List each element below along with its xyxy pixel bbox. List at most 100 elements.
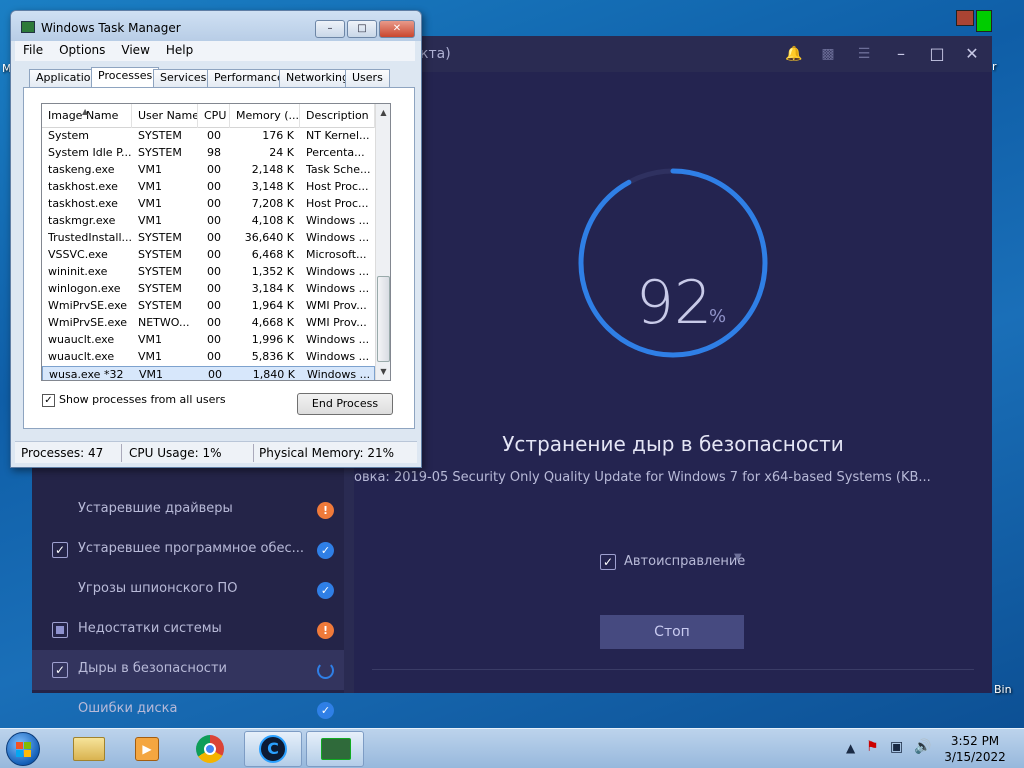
table-cell: VM1 bbox=[138, 197, 163, 210]
table-row[interactable]: WmiPrvSE.exe NETWO... 00 4,668 K WMI Prov... bbox=[42, 315, 375, 332]
minimize-button[interactable]: – bbox=[889, 42, 913, 66]
col-cpu[interactable]: CPU bbox=[198, 104, 230, 128]
table-cell: Windows ... bbox=[306, 282, 370, 295]
scroll-thumb[interactable] bbox=[377, 276, 390, 362]
tab-users[interactable]: Users bbox=[345, 69, 390, 87]
table-cell: wusa.exe *32 bbox=[49, 368, 124, 381]
nav-disk-errors[interactable]: Ошибки диска ✓ bbox=[32, 690, 344, 730]
table-cell: 3,148 K bbox=[251, 180, 294, 193]
table-cell: VM1 bbox=[138, 333, 163, 346]
recycle-bin-label[interactable]: Bin bbox=[994, 683, 1012, 696]
table-row[interactable]: System SYSTEM 00 176 K NT Kernel... bbox=[42, 128, 375, 145]
table-row[interactable]: System Idle P... SYSTEM 98 24 K Percenta... bbox=[42, 145, 375, 162]
chevron-down-icon[interactable]: ▼ bbox=[734, 552, 742, 563]
menu-help[interactable]: Help bbox=[158, 41, 201, 57]
minimize-button[interactable]: – bbox=[315, 20, 345, 38]
table-row[interactable]: taskmgr.exe VM1 00 4,108 K Windows ... bbox=[42, 213, 375, 230]
window-title: Windows Task Manager bbox=[41, 21, 181, 35]
autofix-label[interactable]: Автоисправление bbox=[624, 554, 745, 569]
table-row[interactable]: wuauclt.exe VM1 00 5,836 K Windows ... bbox=[42, 349, 375, 366]
checkbox-checked-icon[interactable]: ✓ bbox=[52, 542, 68, 558]
task-manager-titlebar[interactable]: Windows Task Manager – □ ✕ bbox=[11, 11, 421, 41]
menu-bar: File Options View Help bbox=[15, 41, 415, 61]
briefcase-icon[interactable]: ▩ bbox=[818, 44, 838, 64]
table-cell: 24 K bbox=[269, 146, 294, 159]
maximize-button[interactable]: □ bbox=[925, 42, 949, 66]
nav-system-weaknesses[interactable]: Недостатки системы ! bbox=[32, 610, 344, 650]
col-description[interactable]: Description bbox=[300, 104, 375, 128]
taskbar-ccleaner[interactable]: C bbox=[244, 731, 302, 767]
table-cell: NETWO... bbox=[138, 316, 190, 329]
table-row[interactable]: taskhost.exe VM1 00 3,148 K Host Proc... bbox=[42, 179, 375, 196]
checkbox-partial-icon[interactable] bbox=[52, 622, 68, 638]
folder-icon bbox=[73, 737, 105, 761]
taskbar-media-player[interactable]: ▶ bbox=[118, 731, 176, 767]
system-clock[interactable]: 3:52 PM 3/15/2022 bbox=[940, 733, 1010, 765]
maximize-button[interactable]: □ bbox=[347, 20, 377, 38]
menu-view[interactable]: View bbox=[113, 41, 157, 57]
taskbar-chrome[interactable] bbox=[182, 731, 240, 767]
table-cell: WMI Prov... bbox=[306, 316, 367, 329]
vertical-scrollbar[interactable]: ▲ ▼ bbox=[375, 104, 390, 380]
end-process-button[interactable]: End Process bbox=[297, 393, 393, 415]
menu-icon[interactable]: ☰ bbox=[854, 44, 874, 64]
nav-label: Недостатки системы bbox=[78, 621, 222, 636]
checkbox-checked-icon[interactable]: ✓ bbox=[52, 662, 68, 678]
close-button[interactable]: ✕ bbox=[960, 42, 984, 66]
autofix-checkbox[interactable]: ✓ bbox=[600, 554, 616, 570]
table-cell: wininit.exe bbox=[48, 265, 108, 278]
nav-label: Дыры в безопасности bbox=[78, 661, 227, 676]
table-row[interactable]: wuauclt.exe VM1 00 1,996 K Windows ... bbox=[42, 332, 375, 349]
action-center-icon[interactable]: ⚑ bbox=[866, 739, 879, 755]
table-row[interactable]: taskhost.exe VM1 00 7,208 K Host Proc... bbox=[42, 196, 375, 213]
network-status-icon[interactable]: ▣ bbox=[890, 739, 903, 755]
table-cell: 00 bbox=[207, 180, 221, 193]
show-all-checkbox[interactable]: ✓ bbox=[42, 394, 55, 407]
chrome-icon bbox=[196, 735, 224, 763]
show-all-label[interactable]: Show processes from all users bbox=[59, 393, 226, 406]
column-headers: ▲ Image Name User Name CPU Memory (... De… bbox=[42, 104, 375, 128]
col-image-name[interactable]: ▲ Image Name bbox=[42, 104, 132, 128]
menu-options[interactable]: Options bbox=[51, 41, 113, 57]
table-row[interactable]: TrustedInstall... SYSTEM 00 36,640 K Windows… bbox=[42, 230, 375, 247]
col-user-name[interactable]: User Name bbox=[132, 104, 198, 128]
table-row[interactable]: wininit.exe SYSTEM 00 1,352 K Windows ... bbox=[42, 264, 375, 281]
col-memory[interactable]: Memory (... bbox=[230, 104, 300, 128]
nav-security-holes[interactable]: ✓ Дыры в безопасности bbox=[32, 650, 344, 690]
nav-outdated-drivers[interactable]: Устаревшие драйверы ! bbox=[32, 490, 344, 530]
nav-spyware-threats[interactable]: Угрозы шпионского ПО ✓ bbox=[32, 570, 344, 610]
table-row[interactable]: WmiPrvSE.exe SYSTEM 00 1,964 K WMI Prov... bbox=[42, 298, 375, 315]
tab-processes[interactable]: Processes bbox=[91, 67, 160, 88]
scan-heading: Устранение дыр в безопасности bbox=[502, 432, 844, 456]
taskbar-file-explorer[interactable] bbox=[60, 731, 118, 767]
desktop-label-right: r bbox=[992, 60, 997, 73]
table-row[interactable]: wusa.exe *32 VM1 00 1,840 K Windows ... bbox=[42, 366, 375, 381]
close-button[interactable]: ✕ bbox=[379, 20, 415, 38]
table-cell: 1,996 K bbox=[251, 333, 294, 346]
bell-icon[interactable]: 🔔 bbox=[784, 44, 804, 64]
table-cell: WMI Prov... bbox=[306, 299, 367, 312]
warning-icon: ! bbox=[317, 502, 334, 519]
start-button[interactable] bbox=[6, 732, 40, 766]
table-cell: 1,352 K bbox=[251, 265, 294, 278]
nav-outdated-software[interactable]: ✓ Устаревшее программное обес... ✓ bbox=[32, 530, 344, 570]
tab-services[interactable]: Services bbox=[153, 69, 214, 87]
table-cell: SYSTEM bbox=[138, 265, 182, 278]
scroll-up-icon[interactable]: ▲ bbox=[376, 104, 390, 121]
show-hidden-icons[interactable]: ▲ bbox=[846, 741, 855, 755]
table-row[interactable]: winlogon.exe SYSTEM 00 3,184 K Windows ... bbox=[42, 281, 375, 298]
stop-button[interactable]: Стоп bbox=[600, 615, 744, 649]
warning-icon: ! bbox=[317, 622, 334, 639]
table-cell: Windows ... bbox=[306, 214, 370, 227]
table-cell: 3,184 K bbox=[251, 282, 294, 295]
table-row[interactable]: taskeng.exe VM1 00 2,148 K Task Sche... bbox=[42, 162, 375, 179]
menu-file[interactable]: File bbox=[15, 41, 51, 57]
process-list[interactable]: ▲ Image Name User Name CPU Memory (... De… bbox=[41, 103, 391, 381]
volume-icon[interactable]: 🔊 bbox=[914, 739, 931, 755]
windows-logo-icon bbox=[24, 742, 31, 749]
taskbar-task-manager[interactable] bbox=[306, 731, 364, 767]
status-memory: Physical Memory: 21% bbox=[259, 446, 395, 460]
table-cell: 4,668 K bbox=[251, 316, 294, 329]
scroll-down-icon[interactable]: ▼ bbox=[376, 363, 390, 380]
table-row[interactable]: VSSVC.exe SYSTEM 00 6,468 K Microsoft... bbox=[42, 247, 375, 264]
